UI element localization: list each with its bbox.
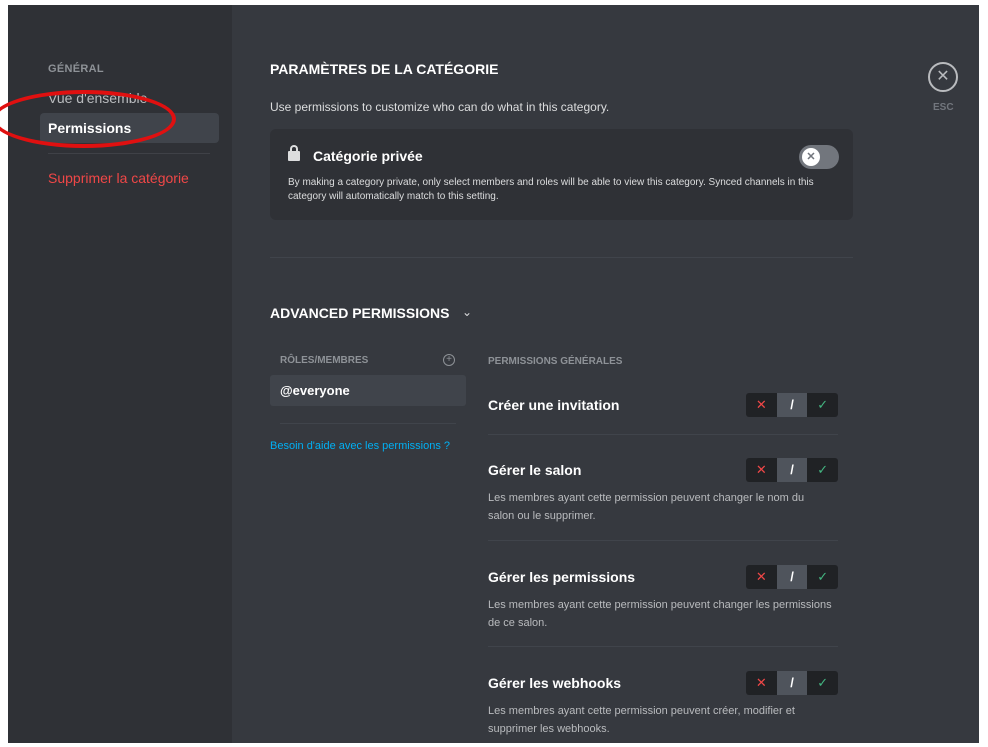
permission-tristate: ✕ / ✓ — [746, 393, 838, 417]
deny-icon[interactable]: ✕ — [746, 393, 777, 417]
page-title: PARAMÈTRES DE LA CATÉGORIE — [270, 61, 499, 77]
deny-icon[interactable]: ✕ — [746, 671, 777, 695]
private-category-title: Catégorie privée — [313, 148, 423, 164]
permission-divider — [488, 646, 838, 647]
permissions-header: PERMISSIONS GÉNÉRALES — [488, 356, 623, 367]
permission-description: Les membres ayant cette permission peuve… — [488, 599, 832, 629]
page-subtitle: Use permissions to customize who can do … — [270, 100, 610, 114]
permission-name: Créer une invitation — [488, 397, 620, 413]
private-category-toggle[interactable]: ✕ — [799, 145, 839, 169]
permission-tristate: ✕ / ✓ — [746, 671, 838, 695]
advanced-permissions-title[interactable]: ADVANCED PERMISSIONS — [270, 305, 449, 321]
deny-icon[interactable]: ✕ — [746, 565, 777, 589]
permission-description: Les membres ayant cette permission peuve… — [488, 705, 795, 735]
allow-icon[interactable]: ✓ — [807, 565, 838, 589]
sidebar-divider — [48, 153, 210, 154]
allow-icon[interactable]: ✓ — [807, 671, 838, 695]
roles-divider — [280, 423, 456, 424]
permission-description: Les membres ayant cette permission peuve… — [488, 492, 805, 522]
allow-icon[interactable]: ✓ — [807, 393, 838, 417]
neutral-icon[interactable]: / — [776, 393, 808, 417]
annotation-red-oval — [0, 90, 176, 148]
close-icon[interactable]: ✕ — [928, 62, 958, 92]
permission-divider — [488, 434, 838, 435]
toggle-off-icon: ✕ — [802, 148, 820, 166]
roles-header: RÔLES/MEMBRES — [280, 355, 369, 366]
neutral-icon[interactable]: / — [776, 565, 808, 589]
chevron-down-icon[interactable]: ⌄ — [462, 305, 472, 319]
lock-icon — [288, 145, 300, 161]
permission-tristate: ✕ / ✓ — [746, 458, 838, 482]
sidebar-item-delete-category[interactable]: Supprimer la catégorie — [40, 163, 219, 193]
section-divider — [270, 257, 853, 258]
role-item-everyone[interactable]: @everyone — [270, 375, 466, 406]
add-role-icon[interactable]: + — [443, 354, 455, 366]
permission-tristate: ✕ / ✓ — [746, 565, 838, 589]
permission-name: Gérer les permissions — [488, 569, 636, 585]
private-category-card: Catégorie privée ✕ By making a category … — [270, 129, 853, 220]
permission-divider — [488, 540, 838, 541]
neutral-icon[interactable]: / — [776, 458, 808, 482]
private-category-description: By making a category private, only selec… — [288, 177, 814, 202]
neutral-icon[interactable]: / — [776, 671, 808, 695]
allow-icon[interactable]: ✓ — [807, 458, 838, 482]
permissions-help-link[interactable]: Besoin d'aide avec les permissions ? — [270, 440, 450, 452]
sidebar-header: GÉNÉRAL — [48, 63, 104, 75]
permission-name: Gérer le salon — [488, 462, 582, 478]
permission-name: Gérer les webhooks — [488, 675, 622, 691]
esc-label: ESC — [933, 102, 954, 113]
deny-icon[interactable]: ✕ — [746, 458, 777, 482]
